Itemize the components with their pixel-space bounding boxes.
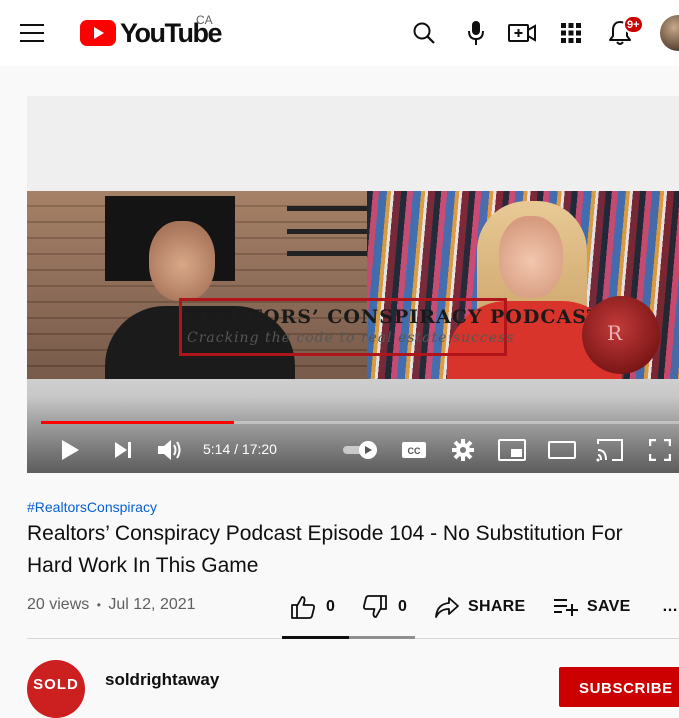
apps-grid-icon[interactable] [557,19,585,47]
view-count: 20 views [27,596,90,613]
play-icon[interactable] [55,435,85,465]
cast-icon[interactable] [594,435,626,465]
share-label: SHARE [468,598,526,615]
save-label: SAVE [587,598,631,615]
captions-label: CC [408,446,421,456]
video-shelf [287,206,367,211]
theater-mode-icon[interactable] [546,435,578,465]
thumbs-down-icon [363,595,387,618]
progress-played [41,421,234,424]
account-avatar[interactable] [660,15,679,51]
wax-seal-monogram: R [607,321,623,345]
miniplayer-icon[interactable] [496,435,528,465]
channel-avatar-text: SOLD [33,676,79,693]
video-title: Realtors’ Conspiracy Podcast Episode 104… [27,522,623,577]
time-display: 5:14 / 17:20 [203,441,277,457]
like-count: 0 [326,598,336,615]
video-player[interactable]: REALTORS’ CONSPIRACY PODCAST Cracking th… [27,96,679,473]
save-button[interactable]: SAVE [553,592,631,622]
captions-icon[interactable]: CC [399,435,429,465]
fullscreen-icon[interactable] [645,435,675,465]
sentiment-bar [282,636,415,639]
video-host-right-head [499,216,563,298]
search-icon[interactable] [410,19,438,47]
volume-icon[interactable] [155,435,185,465]
add-to-playlist-icon [554,599,578,616]
more-icon: … [662,598,679,615]
dislike-count: 0 [398,598,408,615]
autoplay-toggle[interactable] [341,435,381,465]
share-button[interactable]: SHARE [434,592,526,622]
next-icon[interactable] [109,435,137,465]
notification-badge: 9+ [623,15,644,34]
video-host-left-head [149,221,215,301]
hashtag-link[interactable]: #RealtorsConspiracy [27,499,157,515]
region-code: CA [196,13,213,27]
podcast-banner-title: REALTORS’ CONSPIRACY PODCAST [187,306,603,328]
share-icon [435,597,459,618]
progress-bar[interactable] [41,421,679,424]
create-video-icon[interactable] [507,19,537,47]
like-button[interactable]: 0 [290,592,335,622]
masthead: YouTube CA 9+ [0,0,679,66]
subscribe-button[interactable]: SUBSCRIBE [559,667,679,707]
sentiment-like-fill [282,636,349,639]
video-shelf [287,229,367,234]
youtube-logo-icon [80,20,116,46]
video-shelf [287,251,367,256]
settings-gear-icon[interactable] [448,435,478,465]
more-actions-button[interactable]: … [662,592,678,622]
microphone-icon[interactable] [462,19,490,47]
meta-separator: • [96,598,101,612]
upload-date: Jul 12, 2021 [108,596,196,613]
channel-avatar[interactable]: SOLD [27,660,85,718]
podcast-banner-subtitle: Cracking the code to real estate success [187,330,515,346]
dislike-button[interactable]: 0 [362,592,407,622]
video-meta: 20 views • Jul 12, 2021 [27,596,196,614]
channel-name[interactable]: soldrightaway [105,670,219,690]
menu-icon[interactable] [18,20,46,46]
thumbs-up-icon [291,596,315,619]
